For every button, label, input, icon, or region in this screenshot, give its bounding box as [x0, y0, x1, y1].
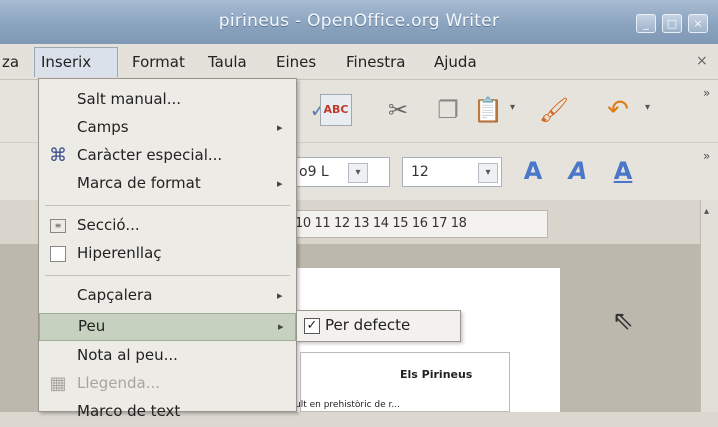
toolbar-overflow-icon[interactable]: »: [703, 86, 710, 100]
bold-icon[interactable]: A: [515, 153, 551, 189]
menu-item-label: Marco de text: [77, 402, 181, 420]
omega-icon: ⌘: [49, 145, 67, 166]
mouse-pointer-icon: ⇖: [612, 306, 634, 336]
menu-item-peu[interactable]: Peu ▸: [39, 313, 296, 341]
copy-icon[interactable]: ❐: [430, 92, 466, 128]
menu-item-marca-de-format[interactable]: Marca de format ▸: [39, 171, 296, 199]
font-size-dropdown-icon[interactable]: ▾: [478, 163, 498, 183]
menu-separator: [45, 205, 290, 206]
font-name-value: o9 L: [299, 164, 329, 180]
menu-item-hiperenllac[interactable]: Hiperenllaç: [39, 241, 296, 269]
close-window-button[interactable]: ×: [688, 14, 708, 33]
scroll-up-icon[interactable]: ▴: [704, 206, 709, 217]
menu-item-marco-de-text[interactable]: Marco de text: [39, 399, 296, 427]
menu-item-label: Camps: [77, 118, 129, 136]
menu-finestra[interactable]: Finestra: [346, 53, 406, 71]
italic-icon[interactable]: A: [560, 153, 596, 189]
menu-item-llegenda: ▦ Llegenda...: [39, 371, 296, 399]
menu-inserir-label: Inserix: [41, 53, 92, 71]
menu-item-salt-manual[interactable]: Salt manual...: [39, 87, 296, 115]
toolbar2-overflow-icon[interactable]: »: [703, 149, 710, 163]
menu-partial[interactable]: za: [2, 53, 19, 71]
menu-item-label: Marca de format: [77, 174, 201, 192]
minimize-button[interactable]: _: [636, 14, 656, 33]
menu-item-label: Hiperenllaç: [77, 244, 162, 262]
menu-item-label: Secció...: [77, 216, 140, 234]
peu-submenu: ✓ Per defecte: [296, 310, 461, 342]
menu-item-label: Peu: [78, 317, 106, 335]
section-icon: ≡: [50, 219, 66, 233]
cut-icon[interactable]: ✂: [380, 92, 416, 128]
submenu-arrow-icon: ▸: [277, 289, 283, 302]
paste-icon[interactable]: 📋: [470, 92, 506, 128]
menu-item-label: Nota al peu...: [77, 346, 178, 364]
menu-item-nota-al-peu[interactable]: Nota al peu...: [39, 343, 296, 371]
menu-item-label: Llegenda...: [77, 374, 161, 392]
undo-dropdown-icon[interactable]: ▾: [645, 102, 650, 113]
paste-dropdown-icon[interactable]: ▾: [510, 102, 515, 113]
menu-separator: [45, 275, 290, 276]
maximize-button[interactable]: □: [662, 14, 682, 33]
format-paintbrush-icon[interactable]: 🖌: [536, 92, 572, 128]
submenu-arrow-icon: ▸: [278, 320, 284, 333]
hyperlink-icon: [50, 246, 66, 262]
submenu-arrow-icon: ▸: [277, 177, 283, 190]
menu-taula[interactable]: Taula: [208, 53, 247, 71]
autospellcheck-icon[interactable]: ABC: [320, 94, 352, 126]
menu-item-seccio[interactable]: ≡ Secció...: [39, 213, 296, 241]
horizontal-ruler[interactable]: 10 11 12 13 14 15 16 17 18: [290, 210, 548, 238]
menu-ajuda[interactable]: Ajuda: [434, 53, 477, 71]
close-document-icon[interactable]: ×: [696, 53, 708, 69]
checkbox-per-defecte[interactable]: ✓: [304, 318, 320, 334]
font-size-value: 12: [411, 164, 429, 180]
menu-inserir[interactable]: Inserix: [34, 47, 118, 77]
underline-icon[interactable]: A: [605, 153, 641, 189]
submenu-arrow-icon: ▸: [277, 121, 283, 134]
caption-icon: ▦: [49, 373, 67, 394]
menu-item-label: Salt manual...: [77, 90, 182, 108]
menu-item-caracter-especial[interactable]: ⌘ Caràcter especial...: [39, 143, 296, 171]
menu-eines[interactable]: Eines: [276, 53, 316, 71]
font-name-dropdown-icon[interactable]: ▾: [348, 163, 368, 183]
menu-item-capcalera[interactable]: Capçalera ▸: [39, 283, 296, 311]
insert-menu: Salt manual... Camps ▸ ⌘ Caràcter especi…: [38, 78, 297, 420]
menu-item-label: Capçalera: [77, 286, 153, 304]
font-name-combo[interactable]: o9 L: [290, 157, 390, 187]
menu-item-camps[interactable]: Camps ▸: [39, 115, 296, 143]
menu-format[interactable]: Format: [132, 53, 185, 71]
submenu-item-per-defecte[interactable]: Per defecte: [325, 316, 410, 334]
menu-item-label: Caràcter especial...: [77, 146, 223, 164]
undo-icon[interactable]: ↶: [600, 92, 636, 128]
document-heading: Els Pirineus: [400, 368, 473, 381]
window-title: pirineus - OpenOffice.org Writer: [218, 11, 500, 31]
vertical-scrollbar[interactable]: ▴: [700, 200, 718, 412]
title-bar[interactable]: pirineus - OpenOffice.org Writer _ □ ×: [0, 0, 718, 44]
document-body-text: ult en prehistòric de r...: [295, 400, 400, 410]
